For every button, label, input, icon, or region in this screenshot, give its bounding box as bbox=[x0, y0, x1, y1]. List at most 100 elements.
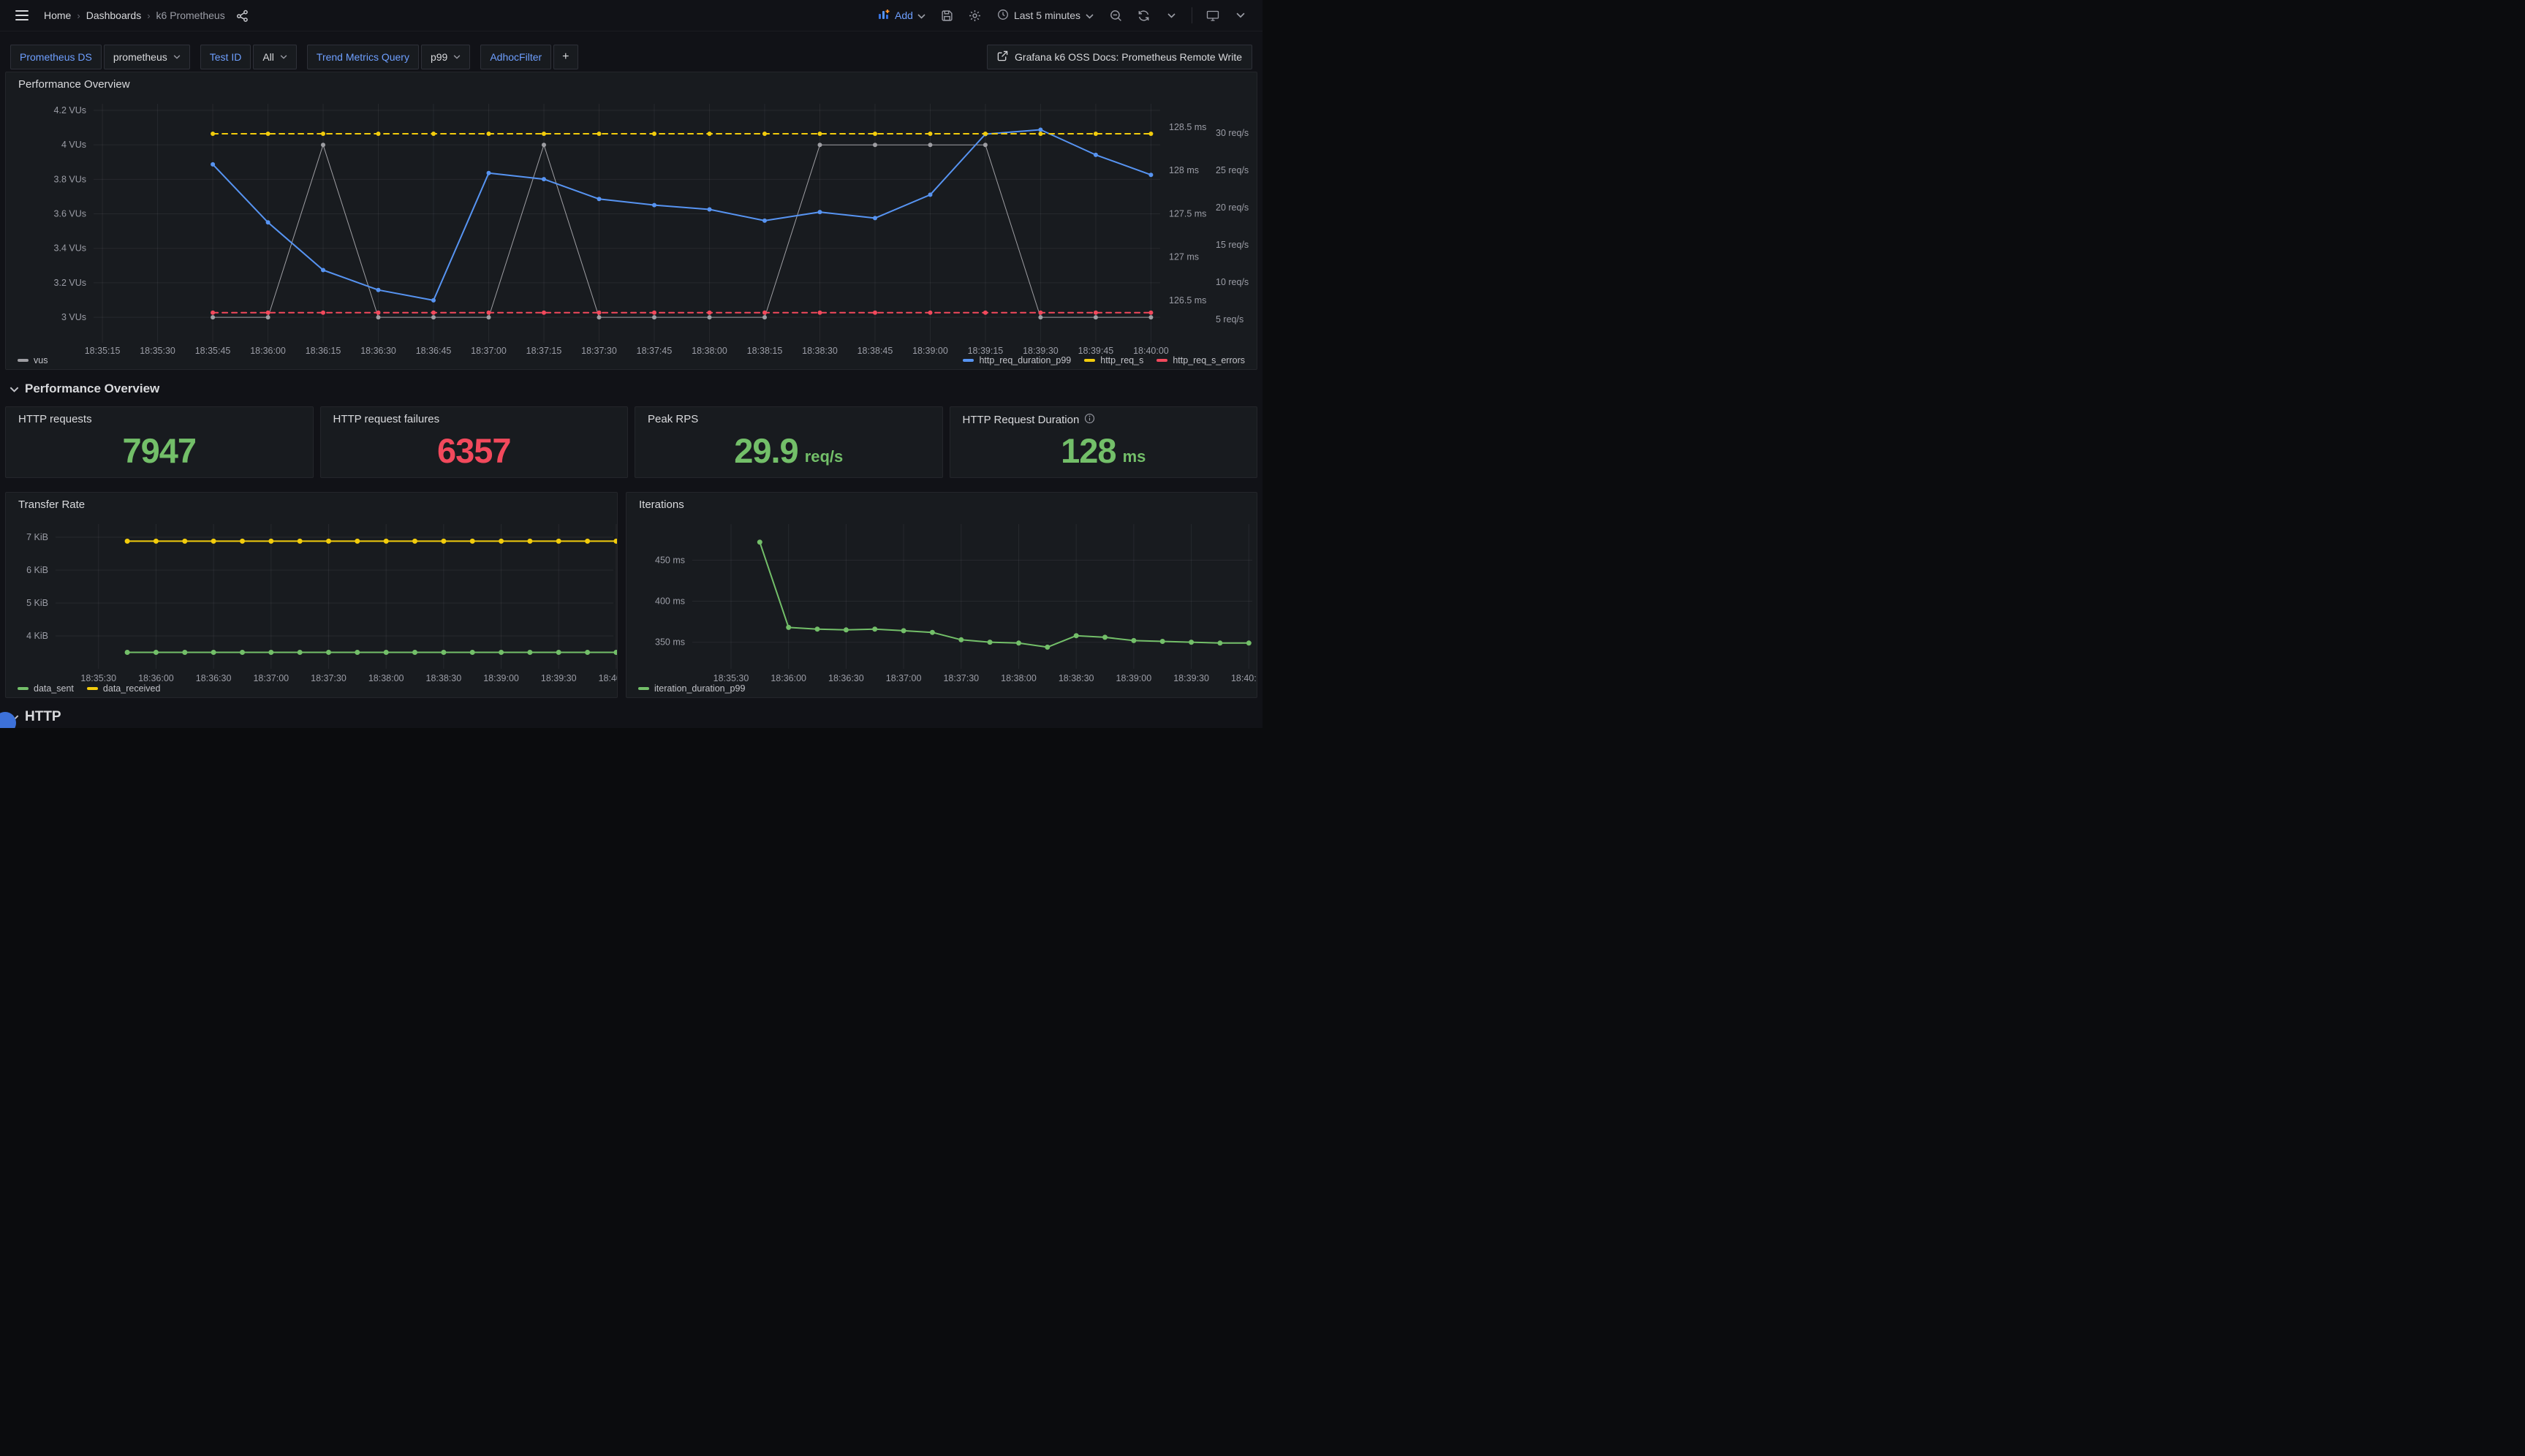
svg-text:18:36:30: 18:36:30 bbox=[196, 673, 232, 683]
svg-text:127 ms: 127 ms bbox=[1169, 252, 1199, 262]
charts-row: Transfer Rate 18:35:3018:36:0018:36:3018… bbox=[5, 492, 1257, 698]
svg-text:4 KiB: 4 KiB bbox=[26, 631, 48, 641]
legend-item-data_received[interactable]: data_received bbox=[87, 683, 161, 694]
legend-item-http_req_duration_p99[interactable]: http_req_duration_p99 bbox=[963, 355, 1071, 365]
section-title: HTTP bbox=[25, 709, 61, 725]
legend-item-data_sent[interactable]: data_sent bbox=[18, 683, 74, 694]
svg-text:18:37:00: 18:37:00 bbox=[471, 346, 507, 356]
adhoc-filter-add-button[interactable]: + bbox=[553, 45, 578, 69]
svg-text:18:36:00: 18:36:00 bbox=[250, 346, 286, 356]
svg-text:18:35:30: 18:35:30 bbox=[140, 346, 175, 356]
panel-http-request-duration: HTTP Request Duration 128 ms bbox=[950, 406, 1258, 478]
svg-text:18:37:30: 18:37:30 bbox=[943, 673, 979, 683]
panel-transfer-rate: Transfer Rate 18:35:3018:36:0018:36:3018… bbox=[5, 492, 618, 698]
svg-text:128 ms: 128 ms bbox=[1169, 165, 1199, 175]
svg-text:18:35:15: 18:35:15 bbox=[85, 346, 121, 356]
breadcrumb-home[interactable]: Home bbox=[44, 10, 71, 21]
toolbar-overflow-button[interactable] bbox=[1230, 4, 1251, 26]
breadcrumb-dashboards[interactable]: Dashboards bbox=[86, 10, 142, 21]
menu-button[interactable] bbox=[12, 4, 32, 26]
stats-row: HTTP requests 7947 HTTP request failures… bbox=[5, 406, 1257, 478]
timeseries-chart[interactable]: 18:35:15 18:35:30 18:35:45 18:36:00 18:36:15… bbox=[6, 72, 1257, 359]
svg-text:18:35:45: 18:35:45 bbox=[195, 346, 231, 356]
svg-text:5 KiB: 5 KiB bbox=[26, 598, 48, 608]
refresh-icon bbox=[1137, 10, 1150, 22]
svg-text:3.4 VUs: 3.4 VUs bbox=[54, 243, 86, 254]
svg-text:18:38:00: 18:38:00 bbox=[368, 673, 404, 683]
share-icon bbox=[236, 10, 249, 22]
panel-peak-rps: Peak RPS 29.9 req/s bbox=[635, 406, 943, 478]
svg-text:18:37:00: 18:37:00 bbox=[253, 673, 289, 683]
save-dashboard-button[interactable] bbox=[937, 4, 958, 26]
legend-swatch bbox=[1156, 359, 1167, 362]
stat-unit: ms bbox=[1123, 447, 1146, 466]
svg-text:5 req/s: 5 req/s bbox=[1216, 314, 1243, 325]
save-icon bbox=[941, 10, 953, 22]
timeseries-chart[interactable]: 18:35:3018:36:0018:36:3018:37:0018:37:30… bbox=[6, 493, 617, 684]
svg-text:127.5 ms: 127.5 ms bbox=[1169, 208, 1206, 219]
variables-toolbar: Prometheus DS prometheus Test ID All Tre… bbox=[0, 31, 1262, 72]
variable-value: p99 bbox=[431, 51, 447, 63]
zoom-out-button[interactable] bbox=[1105, 4, 1126, 26]
svg-text:18:39:15: 18:39:15 bbox=[968, 346, 1004, 356]
variable-value-dropdown[interactable]: p99 bbox=[421, 45, 470, 69]
chart-legend: vus http_req_duration_p99 http_req_s http_… bbox=[18, 355, 1245, 365]
section-http[interactable]: HTTP bbox=[10, 708, 1257, 726]
legend-item-http_req_s_errors[interactable]: http_req_s_errors bbox=[1156, 355, 1245, 365]
hamburger-icon bbox=[15, 10, 29, 20]
svg-text:6 KiB: 6 KiB bbox=[26, 565, 48, 575]
refresh-button[interactable] bbox=[1133, 4, 1154, 26]
svg-text:18:36:15: 18:36:15 bbox=[306, 346, 341, 356]
chart-legend: data_sent data_received bbox=[18, 683, 605, 694]
variable-trend-metrics-query: Trend Metrics Query p99 bbox=[307, 45, 470, 69]
chevron-down-icon bbox=[453, 55, 461, 59]
docs-link-button[interactable]: Grafana k6 OSS Docs: Prometheus Remote W… bbox=[987, 45, 1252, 69]
breadcrumb: Home › Dashboards › k6 Prometheus bbox=[44, 10, 225, 21]
dashboard-body: Performance Overview 18:35:1518:35:3018:… bbox=[5, 72, 1257, 728]
variable-value: All bbox=[262, 51, 274, 63]
refresh-interval-dropdown[interactable] bbox=[1161, 4, 1181, 26]
svg-text:18:39:30: 18:39:30 bbox=[541, 673, 577, 683]
svg-text:18:39:00: 18:39:00 bbox=[483, 673, 519, 683]
svg-text:18:40:00: 18:40:00 bbox=[1231, 673, 1257, 683]
svg-text:18:35:30: 18:35:30 bbox=[80, 673, 116, 683]
variable-value-dropdown[interactable]: All bbox=[253, 45, 297, 69]
legend-swatch bbox=[18, 359, 29, 362]
svg-text:18:37:30: 18:37:30 bbox=[311, 673, 347, 683]
time-range-picker[interactable]: Last 5 minutes bbox=[993, 8, 1098, 23]
legend-swatch bbox=[87, 687, 98, 690]
svg-text:4.2 VUs: 4.2 VUs bbox=[54, 105, 86, 115]
add-panel-button[interactable]: Add bbox=[874, 8, 930, 23]
chevron-down-icon bbox=[1236, 12, 1245, 18]
stat-value: 6357 bbox=[321, 423, 628, 477]
panel-performance-overview: Performance Overview 18:35:1518:35:3018:… bbox=[5, 72, 1257, 370]
svg-text:10 req/s: 10 req/s bbox=[1216, 277, 1249, 287]
breadcrumb-separator: › bbox=[77, 10, 80, 21]
zoom-out-icon bbox=[1110, 10, 1122, 22]
svg-text:3.2 VUs: 3.2 VUs bbox=[54, 278, 86, 288]
svg-text:25 req/s: 25 req/s bbox=[1216, 165, 1249, 175]
legend-item-http_req_s[interactable]: http_req_s bbox=[1084, 355, 1143, 365]
variable-label: Test ID bbox=[200, 45, 251, 69]
legend-item-vus[interactable]: vus bbox=[18, 355, 48, 365]
variable-test-id: Test ID All bbox=[200, 45, 297, 69]
timeseries-chart[interactable]: 18:35:3018:36:0018:36:3018:37:0018:37:30… bbox=[626, 493, 1257, 684]
adhoc-filter-label: AdhocFilter bbox=[480, 45, 551, 69]
share-button[interactable] bbox=[232, 4, 253, 26]
tv-mode-button[interactable] bbox=[1203, 4, 1223, 26]
stat-number: 29.9 bbox=[734, 431, 798, 471]
svg-text:400 ms: 400 ms bbox=[655, 596, 685, 607]
variable-value-dropdown[interactable]: prometheus bbox=[104, 45, 190, 69]
stat-number: 7947 bbox=[122, 431, 196, 471]
svg-text:3.8 VUs: 3.8 VUs bbox=[54, 174, 86, 184]
section-performance-overview[interactable]: Performance Overview bbox=[10, 380, 1257, 398]
svg-text:3.6 VUs: 3.6 VUs bbox=[54, 209, 86, 219]
svg-text:18:39:45: 18:39:45 bbox=[1078, 346, 1114, 356]
svg-text:7 KiB: 7 KiB bbox=[26, 532, 48, 542]
add-visualization-icon bbox=[878, 9, 890, 22]
svg-text:18:40:00: 18:40:00 bbox=[599, 673, 617, 683]
dashboard-settings-button[interactable] bbox=[965, 4, 985, 26]
svg-text:18:39:00: 18:39:00 bbox=[912, 346, 948, 356]
legend-item-iteration_duration_p99[interactable]: iteration_duration_p99 bbox=[638, 683, 745, 694]
section-title: Performance Overview bbox=[25, 382, 159, 396]
